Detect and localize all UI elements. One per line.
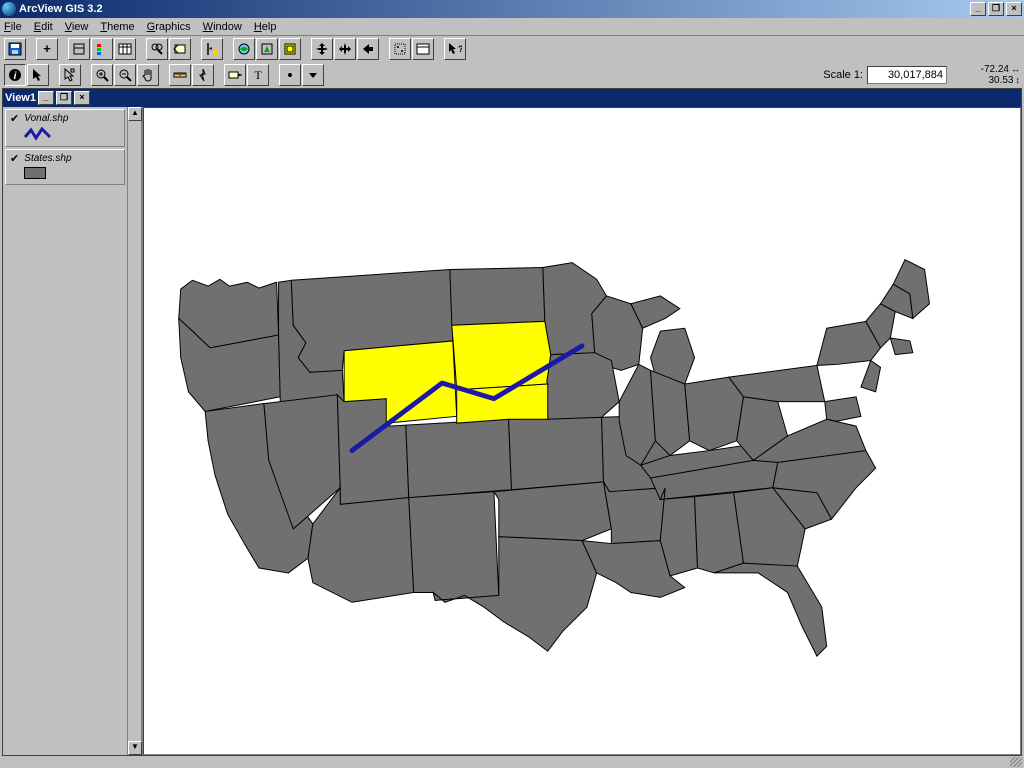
app-icon	[2, 2, 16, 16]
map-canvas[interactable]	[143, 107, 1021, 755]
scroll-down-button[interactable]: ▼	[128, 741, 142, 755]
measure-tool[interactable]	[169, 64, 191, 86]
text-tool[interactable]: T	[247, 64, 269, 86]
vertex-edit-tool[interactable]	[59, 64, 81, 86]
menu-bar: File Edit View Theme Graphics Window Hel…	[0, 18, 1024, 36]
save-button[interactable]	[4, 38, 26, 60]
coordinates-readout: -72.24↔ 30.53↕	[968, 64, 1020, 86]
view-minimize-button[interactable]: _	[38, 91, 54, 105]
table-of-contents: ✔ Vonal.shp ✔ States.shp ▲ ▼	[3, 107, 143, 755]
svg-text:i: i	[14, 71, 17, 82]
add-theme-button[interactable]: +	[36, 38, 58, 60]
menu-edit[interactable]: Edit	[34, 21, 53, 33]
pointer-tool[interactable]	[27, 64, 49, 86]
view-window: View1 _ ❐ × ✔ Vonal.shp ✔ States.shp	[2, 88, 1022, 756]
menu-view[interactable]: View	[65, 21, 89, 33]
main-titlebar: ArcView GIS 3.2 _ ❐ ×	[0, 0, 1024, 18]
theme-name: Vonal.shp	[24, 113, 68, 124]
scale-input[interactable]	[867, 66, 947, 84]
restore-button[interactable]: ❐	[988, 2, 1004, 16]
app-title: ArcView GIS 3.2	[19, 3, 103, 15]
svg-text:?: ?	[458, 44, 462, 54]
svg-text:+: +	[43, 42, 51, 56]
menu-theme[interactable]: Theme	[100, 21, 134, 33]
theme-legend-swatch	[24, 167, 120, 182]
zoom-previous-button[interactable]	[357, 38, 379, 60]
zoom-in-fixed-button[interactable]	[311, 38, 333, 60]
pan-tool[interactable]	[137, 64, 159, 86]
zoom-active-theme-button[interactable]	[256, 38, 278, 60]
help-pointer-button[interactable]: ?	[444, 38, 466, 60]
theme-checkbox[interactable]: ✔	[10, 112, 19, 125]
theme-entry-vonal[interactable]: ✔ Vonal.shp	[5, 109, 125, 147]
zoom-in-tool[interactable]	[91, 64, 113, 86]
locate-address-button[interactable]	[169, 38, 191, 60]
theme-properties-button[interactable]	[68, 38, 90, 60]
clear-selected-button[interactable]	[412, 38, 434, 60]
view-titlebar[interactable]: View1 _ ❐ ×	[3, 89, 1021, 107]
open-table-button[interactable]	[114, 38, 136, 60]
theme-checkbox[interactable]: ✔	[10, 152, 19, 165]
find-button[interactable]	[146, 38, 168, 60]
scroll-up-button[interactable]: ▲	[128, 107, 142, 121]
menu-window[interactable]: Window	[203, 21, 242, 33]
toolbar-tools: i T Scale 1: -72.24↔ 30.53↕	[0, 62, 1024, 88]
status-bar	[0, 756, 1024, 768]
resize-grip[interactable]	[1010, 757, 1022, 767]
menu-file[interactable]: File	[4, 21, 22, 33]
menu-graphics[interactable]: Graphics	[147, 21, 191, 33]
identify-tool[interactable]: i	[4, 64, 26, 86]
view-restore-button[interactable]: ❐	[56, 91, 72, 105]
svg-text:T: T	[254, 68, 262, 82]
hotlink-tool[interactable]	[192, 64, 214, 86]
select-features-button[interactable]	[389, 38, 411, 60]
scale-label: Scale 1:	[823, 69, 863, 81]
menu-help[interactable]: Help	[254, 21, 277, 33]
close-button[interactable]: ×	[1006, 2, 1022, 16]
zoom-out-tool[interactable]	[114, 64, 136, 86]
toc-scrollbar[interactable]: ▲ ▼	[127, 107, 141, 755]
zoom-full-extent-button[interactable]	[233, 38, 255, 60]
zoom-selected-button[interactable]	[279, 38, 301, 60]
theme-name: States.shp	[24, 153, 71, 164]
label-tool[interactable]	[224, 64, 246, 86]
draw-tool-dropdown[interactable]	[302, 64, 324, 86]
minimize-button[interactable]: _	[970, 2, 986, 16]
draw-point-tool[interactable]	[279, 64, 301, 86]
view-title: View1	[5, 92, 36, 104]
toolbar-main: + ?	[0, 36, 1024, 62]
query-builder-button[interactable]	[201, 38, 223, 60]
zoom-out-fixed-button[interactable]	[334, 38, 356, 60]
view-close-button[interactable]: ×	[74, 91, 90, 105]
edit-legend-button[interactable]	[91, 38, 113, 60]
theme-legend-swatch	[24, 127, 120, 144]
theme-entry-states[interactable]: ✔ States.shp	[5, 149, 125, 185]
